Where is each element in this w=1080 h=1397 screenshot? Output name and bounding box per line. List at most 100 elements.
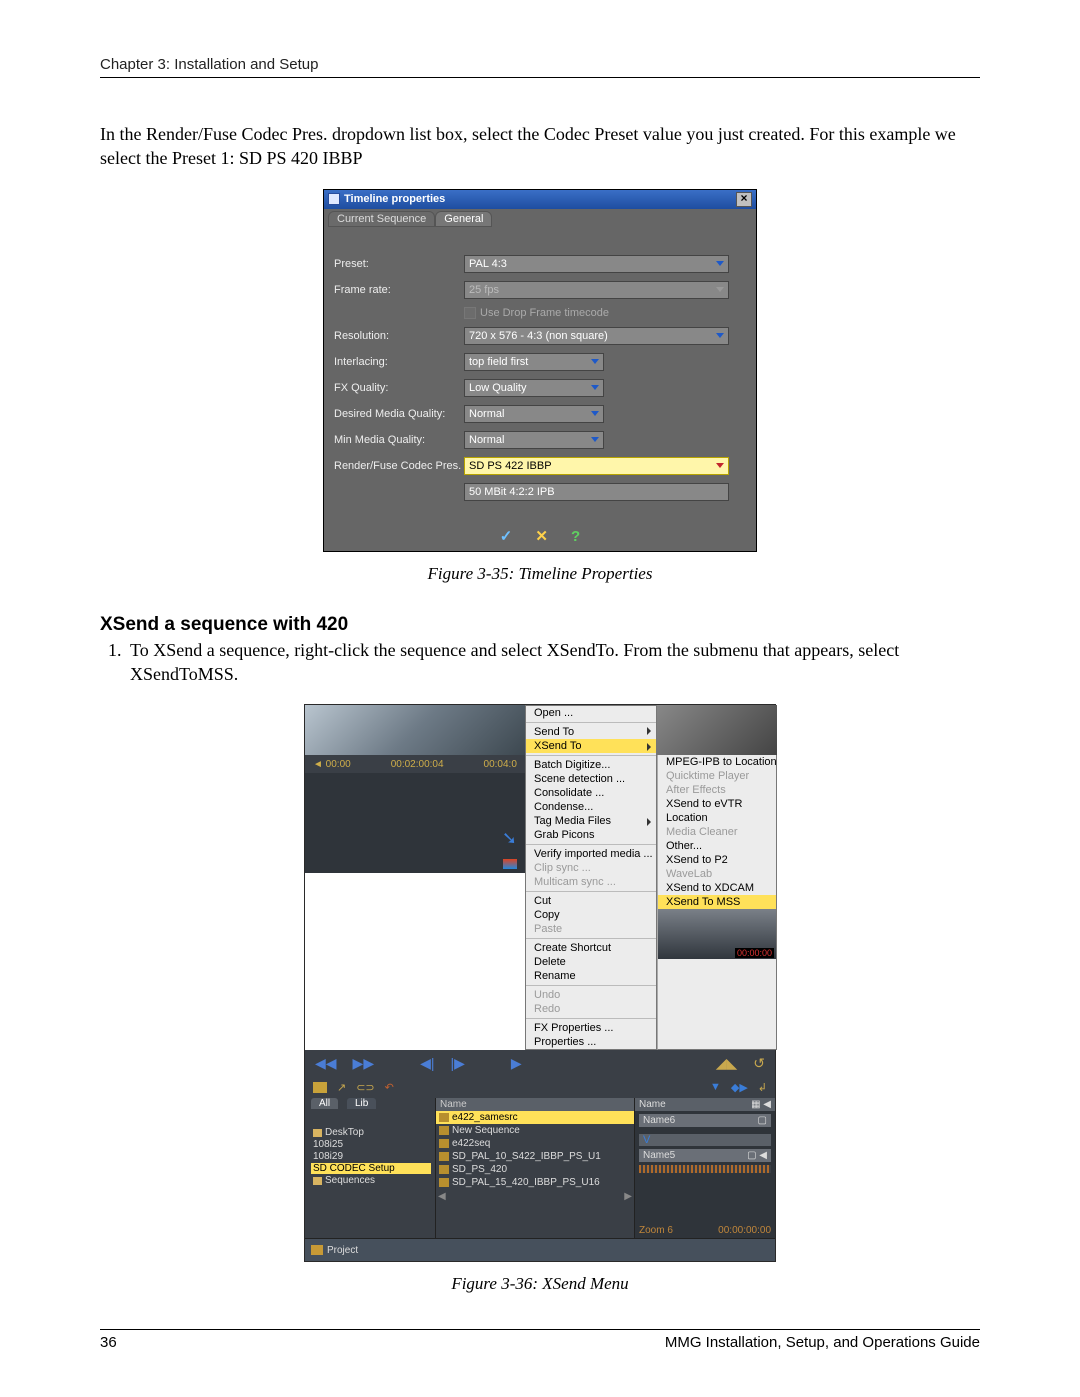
page-footer: 36 MMG Installation, Setup, and Operatio…	[100, 1329, 980, 1351]
marker-set-icon[interactable]: ◆▶	[731, 1081, 748, 1094]
resolution-dropdown[interactable]: 720 x 576 - 4:3 (non square)	[464, 327, 729, 345]
detail-row[interactable]: Name6▢	[639, 1114, 771, 1127]
min-mq-dropdown[interactable]: Normal	[464, 431, 604, 449]
marker-down-icon[interactable]: ▼	[710, 1081, 721, 1093]
figure-timeline-properties: Timeline properties × Current Sequence G…	[100, 189, 980, 584]
arrow-icon[interactable]: ↗	[337, 1081, 346, 1094]
tree-tab-lib[interactable]: Lib	[347, 1098, 376, 1109]
submenu-p2[interactable]: XSend to P2	[658, 853, 776, 867]
menu-fx-properties[interactable]: FX Properties ...	[526, 1018, 656, 1035]
list-item[interactable]: SD_PAL_10_S422_IBBP_PS_U1	[436, 1150, 634, 1163]
submenu-evtr[interactable]: XSend to eVTR	[658, 797, 776, 811]
rewind-button[interactable]: ◀◀	[315, 1055, 337, 1072]
chevron-down-icon	[716, 463, 724, 468]
interlacing-label: Interlacing:	[334, 356, 464, 368]
menu-sendto[interactable]: Send To	[526, 722, 656, 739]
menu-scene-detection[interactable]: Scene detection ...	[526, 772, 656, 786]
scroll-right-icon[interactable]: ▶	[624, 1191, 632, 1202]
submenu-xdcam[interactable]: XSend to XDCAM	[658, 881, 776, 895]
menu-create-shortcut[interactable]: Create Shortcut	[526, 938, 656, 955]
tree-item[interactable]: DeskTop	[311, 1127, 431, 1138]
link-icon[interactable]: ⊂⊃	[356, 1081, 374, 1094]
menu-consolidate[interactable]: Consolidate ...	[526, 786, 656, 800]
box-icon: ▢ ◀	[747, 1150, 767, 1161]
fxquality-dropdown[interactable]: Low Quality	[464, 379, 604, 397]
step-1: To XSend a sequence, right-click the seq…	[126, 638, 980, 687]
undo-icon[interactable]: ↶	[385, 1081, 394, 1094]
preset-dropdown[interactable]: PAL 4:3	[464, 255, 729, 273]
project-tab[interactable]: Project	[305, 1238, 775, 1261]
menu-delete[interactable]: Delete	[526, 955, 656, 969]
mark-in-button[interactable]: ◢◣	[716, 1055, 738, 1072]
loop-button[interactable]: ↺	[753, 1055, 765, 1072]
submenu-mpeg-ipb[interactable]: MPEG-IPB to Location	[658, 755, 776, 769]
project-icon	[311, 1245, 323, 1255]
step-fwd-button[interactable]: |▶	[451, 1055, 465, 1072]
grid-icon[interactable]: ▦ ◀	[751, 1099, 771, 1110]
list-item[interactable]: e422seq	[436, 1137, 634, 1150]
menu-condense[interactable]: Condense...	[526, 800, 656, 814]
cancel-button[interactable]: ✕	[535, 528, 548, 545]
flag-icon	[503, 859, 517, 869]
menu-xsendto[interactable]: XSend To	[526, 739, 656, 753]
interlacing-dropdown[interactable]: top field first	[464, 353, 604, 371]
tree-item[interactable]: 108i29	[311, 1151, 431, 1162]
folder-icon[interactable]	[313, 1082, 327, 1093]
submenu-mss[interactable]: XSend To MSS	[658, 895, 776, 909]
menu-clip-sync: Clip sync ...	[526, 861, 656, 875]
play-button[interactable]: ▶	[511, 1055, 522, 1072]
tree-tab-all[interactable]: All	[311, 1098, 338, 1109]
tree-item[interactable]: 108i25	[311, 1139, 431, 1150]
menu-tag-media[interactable]: Tag Media Files	[526, 814, 656, 828]
help-button[interactable]: ?	[571, 528, 580, 545]
menu-grab-picons[interactable]: Grab Picons	[526, 828, 656, 842]
scroll-left-icon[interactable]: ◀	[438, 1191, 446, 1202]
renderfuse-detail: 50 MBit 4:2:2 IPB	[464, 483, 729, 501]
list-item[interactable]: SD_PAL_15_420_IBBP_PS_U16	[436, 1176, 634, 1189]
submenu-other[interactable]: Other...	[658, 839, 776, 853]
tab-current-sequence[interactable]: Current Sequence	[328, 211, 435, 227]
bin-column-header[interactable]: Name	[436, 1098, 634, 1111]
tree-item[interactable]: Sequences	[311, 1175, 431, 1186]
checkbox-icon	[464, 307, 476, 319]
xsend-screenshot: ◄ 00:0000:02:00:0400:04:0 ➘ Open ... Sen…	[304, 704, 776, 1262]
close-icon[interactable]: ×	[736, 192, 752, 207]
project-tree: All Lib DeskTop 108i25 108i29 SD CODEC S…	[305, 1098, 436, 1238]
tree-item-selected[interactable]: SD CODEC Setup	[311, 1163, 431, 1174]
detail-column-header[interactable]: Name▦ ◀	[635, 1098, 775, 1111]
submenu-quicktime: Quicktime Player	[658, 769, 776, 783]
menu-batch-digitize[interactable]: Batch Digitize...	[526, 755, 656, 772]
detail-track[interactable]: V	[639, 1134, 771, 1146]
dialog-titlebar: Timeline properties ×	[324, 190, 756, 209]
list-item[interactable]: SD_PS_420	[436, 1163, 634, 1176]
submenu-location[interactable]: Location	[658, 811, 776, 825]
v-badge: V	[643, 1134, 650, 1146]
figure-caption-35: Figure 3-35: Timeline Properties	[100, 564, 980, 584]
renderfuse-dropdown[interactable]: SD PS 422 IBBP	[464, 457, 729, 475]
return-icon[interactable]: ↲	[758, 1081, 767, 1094]
chevron-down-icon	[591, 411, 599, 416]
menu-copy[interactable]: Copy	[526, 908, 656, 922]
list-item-selected[interactable]: e422_samesrc	[436, 1111, 634, 1124]
submenu-arrow-icon	[647, 727, 651, 735]
tab-general[interactable]: General	[435, 211, 492, 227]
chevron-down-icon	[591, 437, 599, 442]
detail-row[interactable]: Name5▢ ◀	[639, 1149, 771, 1162]
submenu-wavelab: WaveLab	[658, 867, 776, 881]
menu-verify-media[interactable]: Verify imported media ...	[526, 844, 656, 861]
timeline-track: ➘	[305, 773, 525, 873]
menu-properties[interactable]: Properties ...	[526, 1035, 656, 1049]
folder-icon	[313, 1129, 322, 1137]
fastfwd-button[interactable]: ▶▶	[353, 1055, 375, 1072]
step-back-button[interactable]: ◀|	[420, 1055, 434, 1072]
ok-button[interactable]: ✓	[500, 528, 513, 545]
menu-rename[interactable]: Rename	[526, 969, 656, 983]
figure-xsend-menu: ◄ 00:0000:02:00:0400:04:0 ➘ Open ... Sen…	[100, 704, 980, 1294]
desired-mq-dropdown[interactable]: Normal	[464, 405, 604, 423]
footer-title: MMG Installation, Setup, and Operations …	[665, 1334, 980, 1351]
menu-cut[interactable]: Cut	[526, 891, 656, 908]
preview-monitor	[305, 705, 525, 755]
menu-open[interactable]: Open ...	[526, 706, 656, 720]
list-item[interactable]: New Sequence	[436, 1124, 634, 1137]
bin-list: Name e422_samesrc New Sequence e422seq S…	[436, 1098, 635, 1238]
